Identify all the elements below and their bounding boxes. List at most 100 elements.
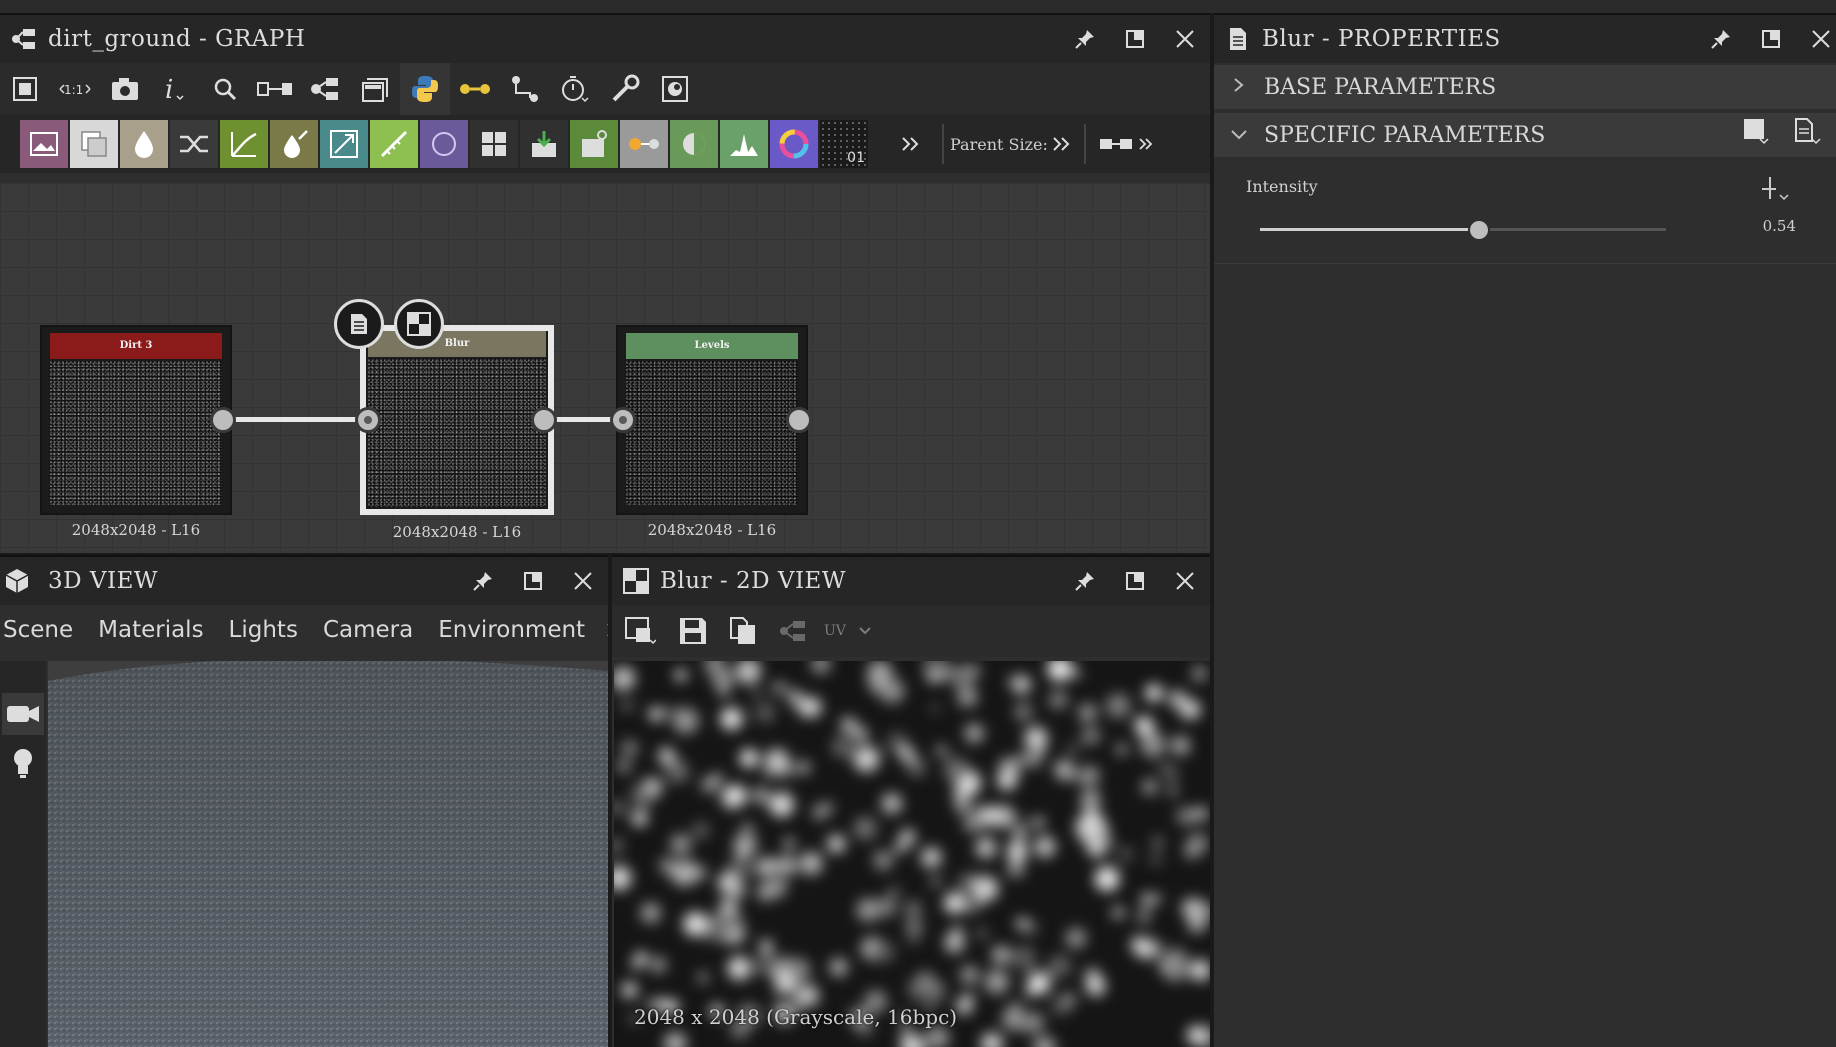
maximize-icon[interactable] bbox=[1110, 14, 1160, 64]
texture-blob bbox=[1153, 837, 1163, 847]
base-parameters-section[interactable]: BASE PARAMETERS bbox=[1214, 65, 1836, 109]
tab-materials[interactable]: Materials bbox=[98, 617, 203, 643]
graph-disabled-icon bbox=[768, 605, 818, 657]
view3d-viewport[interactable] bbox=[48, 661, 608, 1047]
color-wheel-node-icon[interactable] bbox=[770, 120, 818, 168]
specific-parameters-section[interactable]: SPECIFIC PARAMETERS bbox=[1214, 113, 1836, 157]
node-levels[interactable]: Levels 2048x2048 - L16 bbox=[616, 325, 808, 539]
preset-icon[interactable] bbox=[1742, 117, 1770, 153]
align-icon[interactable] bbox=[250, 63, 300, 115]
texture-blob bbox=[855, 824, 864, 833]
close-icon[interactable] bbox=[1796, 14, 1836, 64]
maximize-icon[interactable] bbox=[1110, 556, 1160, 606]
intensity-value[interactable]: 0.54 bbox=[1763, 217, 1796, 235]
texture-blob bbox=[977, 929, 987, 938]
view2d-viewport[interactable]: 2048 x 2048 (Grayscale, 16bpc) bbox=[614, 661, 1210, 1047]
info-icon[interactable]: i bbox=[150, 63, 200, 115]
more-icon[interactable] bbox=[1136, 118, 1156, 170]
frame-all-icon[interactable] bbox=[0, 63, 50, 115]
texture-blob bbox=[621, 739, 638, 757]
camera-icon[interactable] bbox=[100, 63, 150, 115]
parent-size-expand-icon[interactable] bbox=[1048, 118, 1074, 170]
function-icon[interactable] bbox=[1758, 173, 1792, 207]
transform-node-icon[interactable] bbox=[320, 120, 368, 168]
texture-blob bbox=[909, 935, 918, 944]
strip-expand-icon[interactable] bbox=[884, 118, 936, 170]
blend-node-icon[interactable] bbox=[70, 120, 118, 168]
node-blur[interactable]: Blur 2048x2048 - L16 bbox=[360, 325, 554, 541]
intensity-slider-knob[interactable] bbox=[1468, 219, 1491, 241]
save-icon[interactable] bbox=[668, 605, 718, 657]
texture-blob bbox=[726, 785, 747, 806]
document-options-icon[interactable] bbox=[1794, 117, 1822, 153]
hsl-node-icon[interactable] bbox=[270, 120, 318, 168]
texture-blob bbox=[720, 707, 743, 730]
histogram-node-icon[interactable] bbox=[720, 120, 768, 168]
view2d-title: Blur - 2D VIEW bbox=[660, 568, 846, 594]
graph-layout-icon[interactable] bbox=[300, 63, 350, 115]
texture-blob bbox=[1184, 843, 1200, 859]
switch-icon[interactable] bbox=[1096, 118, 1136, 170]
maximize-icon[interactable] bbox=[508, 556, 558, 606]
python-icon[interactable] bbox=[400, 63, 450, 115]
tab-camera[interactable]: Camera bbox=[323, 617, 413, 643]
texture-blob bbox=[727, 855, 753, 881]
pin-icon[interactable] bbox=[1696, 14, 1746, 64]
timer-icon[interactable] bbox=[550, 63, 600, 115]
texture-blob bbox=[1116, 743, 1128, 755]
node-dirt-3[interactable]: Dirt 3 2048x2048 - L16 bbox=[40, 325, 232, 539]
output-node-icon[interactable] bbox=[520, 120, 568, 168]
texture-blob bbox=[712, 773, 723, 784]
texture-blob bbox=[908, 978, 930, 1000]
close-icon[interactable] bbox=[1160, 14, 1210, 64]
texture-blob bbox=[1078, 703, 1097, 722]
frame-icon[interactable] bbox=[350, 63, 400, 115]
reset-zoom-icon[interactable]: 1:1 bbox=[50, 63, 100, 115]
pin-icon[interactable] bbox=[1060, 556, 1110, 606]
display-icon[interactable] bbox=[650, 63, 700, 115]
fx-map-node-icon[interactable] bbox=[570, 120, 618, 168]
close-icon[interactable] bbox=[1160, 556, 1210, 606]
tab-scene[interactable]: Scene bbox=[3, 617, 73, 643]
tools-icon[interactable] bbox=[600, 63, 650, 115]
view-mode-icon[interactable] bbox=[612, 605, 668, 657]
shape-node-icon[interactable] bbox=[420, 120, 468, 168]
tile-node-icon[interactable] bbox=[470, 120, 518, 168]
texture-blob bbox=[730, 882, 746, 898]
connector-icon[interactable] bbox=[450, 63, 500, 115]
noise-node-icon[interactable]: 01 bbox=[820, 120, 868, 168]
output-port[interactable] bbox=[210, 407, 236, 433]
image-input-node-icon[interactable] bbox=[20, 120, 68, 168]
copy-icon[interactable] bbox=[718, 605, 768, 657]
node-comment-icon[interactable] bbox=[334, 299, 384, 349]
output-port[interactable] bbox=[786, 407, 812, 433]
input-port[interactable] bbox=[610, 407, 636, 433]
output-port[interactable] bbox=[531, 407, 557, 433]
tab-environment[interactable]: Environment bbox=[438, 617, 585, 643]
value-node-icon[interactable] bbox=[620, 120, 668, 168]
gradient-node-icon[interactable] bbox=[370, 120, 418, 168]
input-port[interactable] bbox=[355, 407, 381, 433]
tab-lights[interactable]: Lights bbox=[229, 617, 298, 643]
pin-icon[interactable] bbox=[458, 556, 508, 606]
close-icon[interactable] bbox=[558, 556, 608, 606]
light-bulb-icon[interactable] bbox=[2, 743, 44, 785]
intensity-slider-track[interactable] bbox=[1260, 219, 1666, 241]
texture-blob bbox=[965, 663, 981, 679]
graph-titlebar: dirt_ground - GRAPH bbox=[0, 13, 1210, 63]
curve-node-icon[interactable] bbox=[220, 120, 268, 168]
shuffle-node-icon[interactable] bbox=[170, 120, 218, 168]
video-camera-icon[interactable] bbox=[2, 693, 44, 735]
pin-icon[interactable] bbox=[1060, 14, 1110, 64]
node-2d-view-icon[interactable] bbox=[394, 299, 444, 349]
contrast-node-icon[interactable] bbox=[670, 120, 718, 168]
graph-canvas[interactable]: Dirt 3 2048x2048 - L16 Blur 2048x2048 - … bbox=[0, 183, 1210, 553]
link-icon[interactable] bbox=[500, 63, 550, 115]
levels-drop-node-icon[interactable] bbox=[120, 120, 168, 168]
texture-blob bbox=[1136, 909, 1152, 924]
maximize-icon[interactable] bbox=[1746, 14, 1796, 64]
texture-blob bbox=[1017, 817, 1026, 826]
search-icon[interactable] bbox=[200, 63, 250, 115]
texture-blob bbox=[944, 892, 965, 914]
uv-dropdown[interactable]: UV bbox=[824, 623, 872, 639]
